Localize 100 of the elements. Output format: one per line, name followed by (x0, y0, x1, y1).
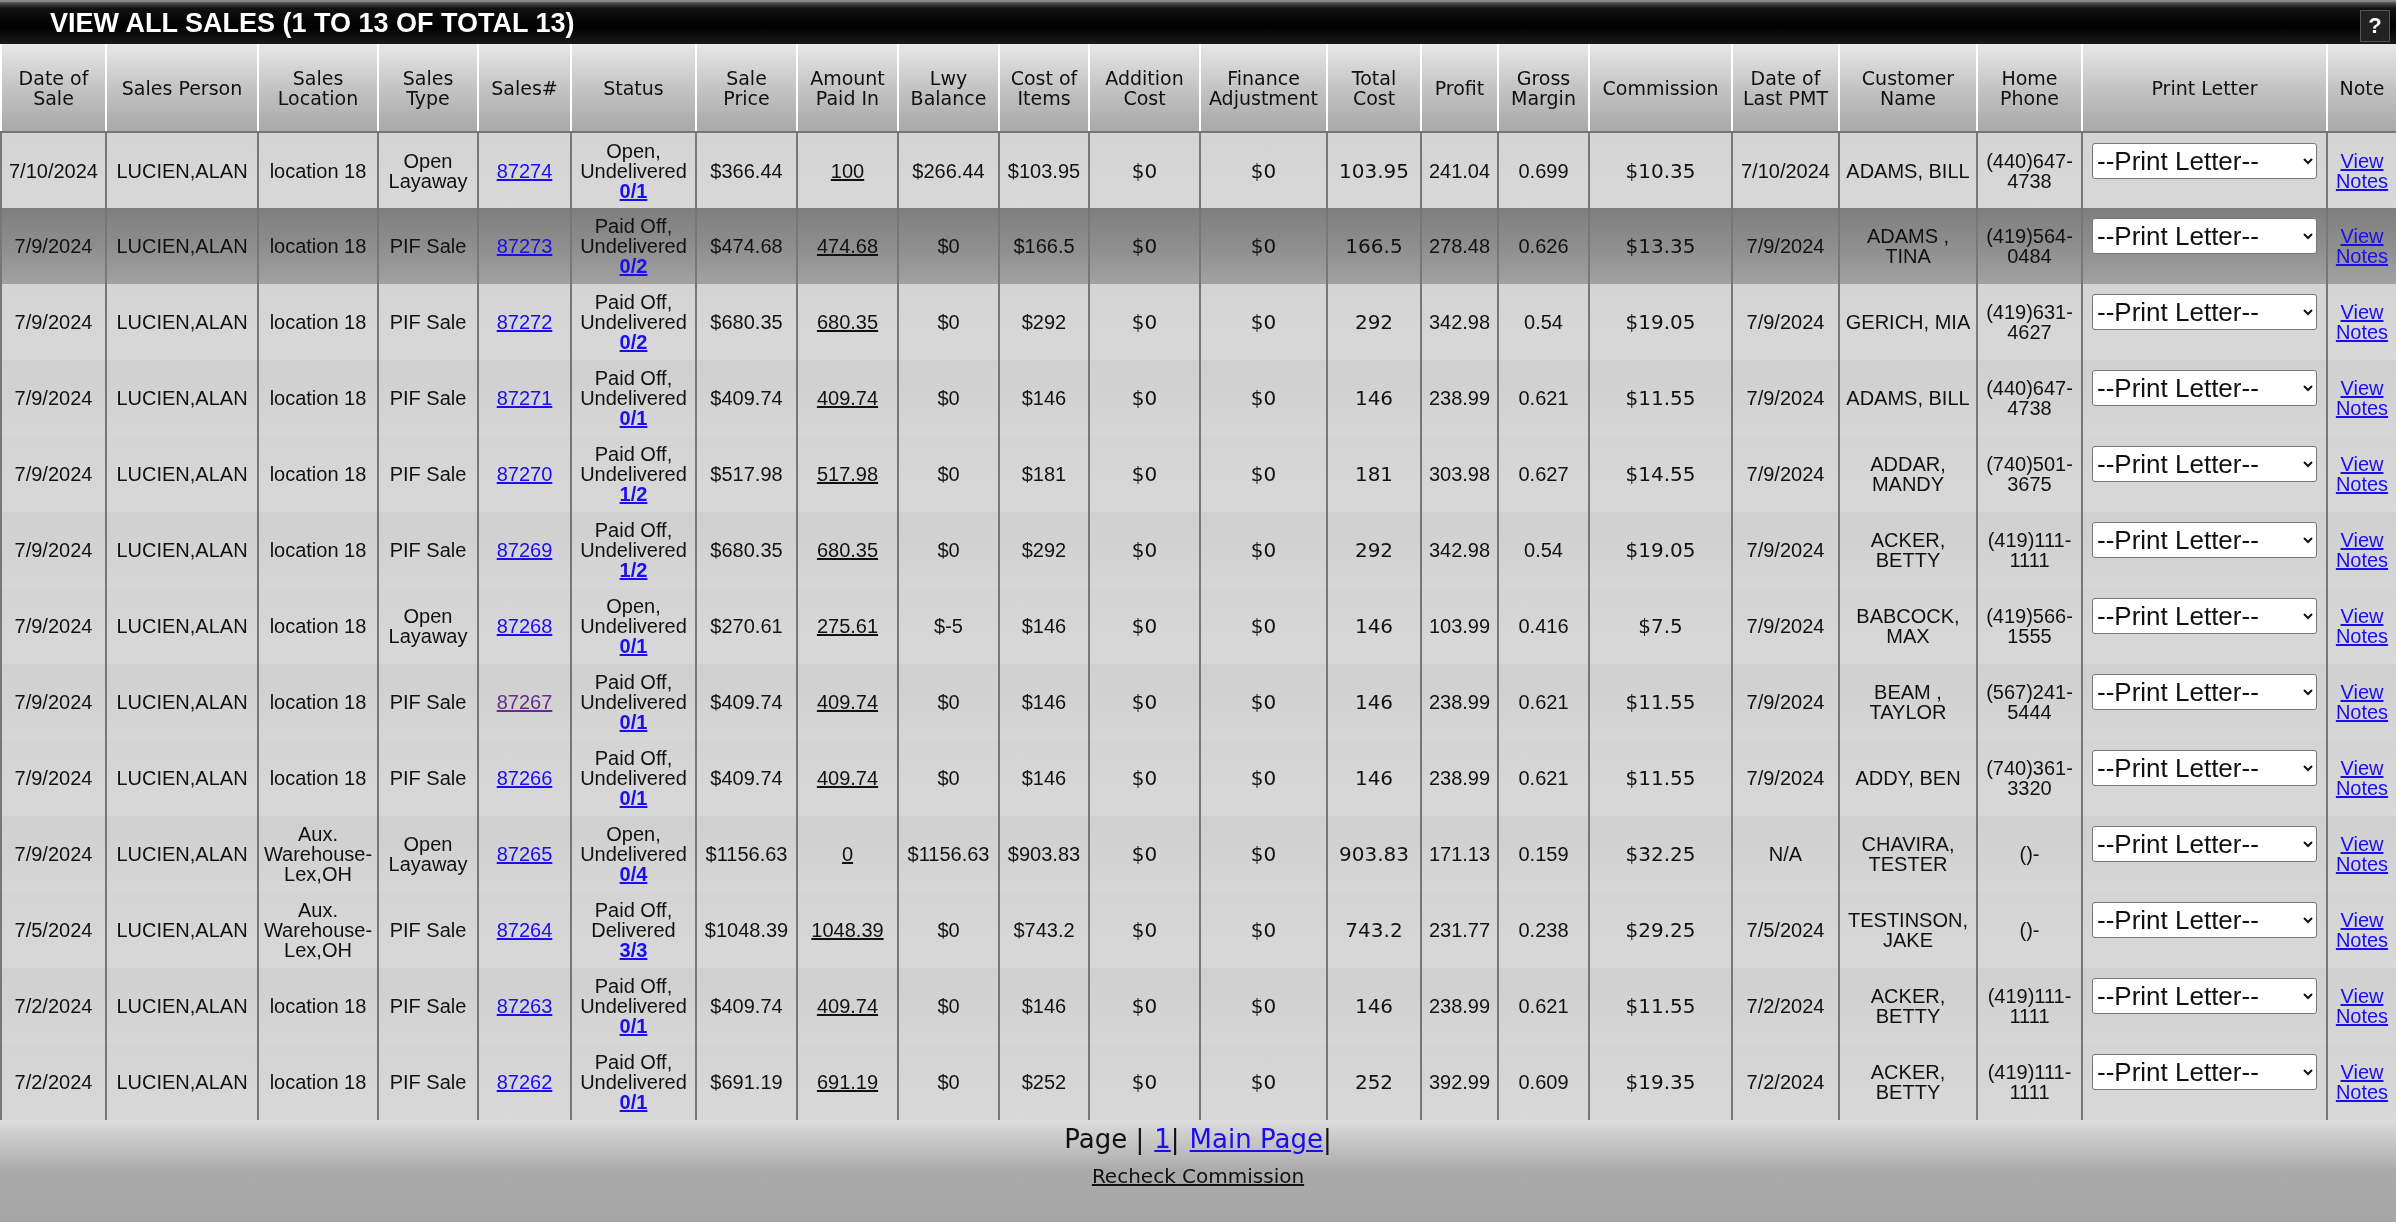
print-letter-dropdown[interactable]: --Print Letter-- (2092, 978, 2317, 1014)
sale-number-link[interactable]: 87272 (496, 311, 553, 333)
view-notes-link[interactable]: View Notes (2330, 150, 2394, 191)
column-header: Home Phone (1977, 44, 2082, 132)
amount-paid-link[interactable]: 409.74 (816, 767, 879, 789)
view-notes-link[interactable]: View Notes (2330, 454, 2394, 494)
table-row[interactable]: 7/9/2024 LUCIEN,ALAN location 18 PIF Sale 87267 Paid Off, Undelivered 0/1 $409.74 409.74 $0 $146 $0 $0 146 238.99 0.621 $11.55 7/9/2024 BEAM , TAYLOR (567)241-5444 --Print Letter-- View Notes (1, 664, 2396, 740)
delivery-link[interactable]: 0/4 (619, 863, 648, 885)
table-row[interactable]: 7/9/2024 LUCIEN,ALAN location 18 PIF Sale 87266 Paid Off, Undelivered 0/1 $409.74 409.74 $0 $146 $0 $0 146 238.99 0.621 $11.55 7/9/2024 ADDY, BEN (740)361-3320 --Print Letter-- View Notes (1, 740, 2396, 816)
table-row[interactable]: 7/2/2024 LUCIEN,ALAN location 18 PIF Sale 87263 Paid Off, Undelivered 0/1 $409.74 409.74 $0 $146 $0 $0 146 238.99 0.621 $11.55 7/2/2024 ACKER, BETTY (419)111-1111 --Print Letter-- View Notes (1, 968, 2396, 1044)
table-row[interactable]: 7/9/2024 LUCIEN,ALAN location 18 PIF Sale 87270 Paid Off, Undelivered 1/2 $517.98 517.98 $0 $181 $0 $0 181 303.98 0.627 $14.55 7/9/2024 ADDAR, MANDY (740)501-3675 --Print Letter-- View Notes (1, 436, 2396, 512)
recheck-commission-link[interactable]: Recheck Commission (1091, 1164, 1305, 1188)
print-letter-dropdown[interactable]: --Print Letter-- (2092, 446, 2317, 482)
amount-paid-link[interactable]: 409.74 (816, 995, 879, 1017)
view-notes-link[interactable]: View Notes (2330, 1062, 2394, 1102)
view-notes-link[interactable]: View Notes (2330, 986, 2394, 1026)
view-notes-link[interactable]: View Notes (2330, 910, 2394, 950)
sale-number-link[interactable]: 87267 (496, 691, 553, 713)
delivery-link[interactable]: 0/1 (619, 635, 648, 657)
status-text: Paid Off, Undelivered (579, 368, 688, 408)
column-header: Addition Cost (1089, 44, 1200, 132)
delivery-link[interactable]: 0/1 (619, 179, 648, 202)
sale-number-link[interactable]: 87270 (496, 463, 553, 485)
view-notes-link[interactable]: View Notes (2330, 834, 2394, 874)
table-row[interactable]: 7/5/2024 LUCIEN,ALAN Aux. Warehouse-Lex,OH PIF Sale 87264 Paid Off, Delivered 3/3 $1048.39 1048.39 $0 $743.2 $0 $0 743.2 231.77 0.238 $29.25 7/5/2024 TESTINSON, JAKE ()- --Print Letter-- View Notes (1, 892, 2396, 968)
column-header: Cost of Items (999, 44, 1089, 132)
sale-number-link[interactable]: 87268 (496, 615, 553, 637)
column-header: Note (2327, 44, 2396, 132)
status-text: Paid Off, Undelivered (579, 520, 688, 560)
amount-paid-link[interactable]: 0 (841, 843, 854, 865)
table-row[interactable]: 7/2/2024 LUCIEN,ALAN location 18 PIF Sale 87262 Paid Off, Undelivered 0/1 $691.19 691.19 $0 $252 $0 $0 252 392.99 0.609 $19.35 7/2/2024 ACKER, BETTY (419)111-1111 --Print Letter-- View Notes (1, 1044, 2396, 1120)
page-link[interactable]: 1 (1154, 1124, 1171, 1154)
delivery-link[interactable]: 0/1 (619, 407, 648, 429)
sale-number-link[interactable]: 87265 (496, 843, 553, 865)
column-header: Gross Margin (1498, 44, 1589, 132)
table-row[interactable]: 7/9/2024 LUCIEN,ALAN location 18 PIF Sale 87269 Paid Off, Undelivered 1/2 $680.35 680.35 $0 $292 $0 $0 292 342.98 0.54 $19.05 7/9/2024 ACKER, BETTY (419)111-1111 --Print Letter-- View Notes (1, 512, 2396, 588)
print-letter-dropdown[interactable]: --Print Letter-- (2092, 522, 2317, 558)
amount-paid-link[interactable]: 100 (830, 159, 865, 182)
delivery-link[interactable]: 0/1 (619, 711, 648, 733)
view-notes-link[interactable]: View Notes (2330, 606, 2394, 646)
status-text: Open, Undelivered (579, 140, 688, 181)
print-letter-dropdown[interactable]: --Print Letter-- (2092, 143, 2317, 179)
delivery-link[interactable]: 1/2 (619, 559, 648, 581)
column-header: Lwy Balance (898, 44, 999, 132)
table-row[interactable]: 7/9/2024 LUCIEN,ALAN location 18 Open Layaway 87268 Open, Undelivered 0/1 $270.61 275.61 $-5 $146 $0 $0 146 103.99 0.416 $7.5 7/9/2024 BABCOCK, MAX (419)566-1555 --Print Letter-- View Notes (1, 588, 2396, 664)
print-letter-dropdown[interactable]: --Print Letter-- (2092, 902, 2317, 938)
table-row[interactable]: 7/9/2024 LUCIEN,ALAN location 18 PIF Sale 87273 Paid Off, Undelivered 0/2 $474.68 474.68 $0 $166.5 $0 $0 166.5 278.48 0.626 $13.35 7/9/2024 ADAMS , TINA (419)564-0484 --Print Letter-- View Notes (1, 208, 2396, 284)
status-text: Open, Undelivered (579, 824, 688, 864)
main-page-link[interactable]: Main Page (1189, 1124, 1323, 1154)
print-letter-dropdown[interactable]: --Print Letter-- (2092, 370, 2317, 406)
delivery-link[interactable]: 1/2 (619, 483, 648, 505)
column-header: Amount Paid In (797, 44, 898, 132)
sale-number-link[interactable]: 87271 (496, 387, 553, 409)
sale-number-link[interactable]: 87262 (496, 1071, 553, 1093)
column-header: Total Cost (1327, 44, 1421, 132)
sale-number-link[interactable]: 87264 (496, 919, 553, 941)
print-letter-dropdown[interactable]: --Print Letter-- (2092, 1054, 2317, 1090)
amount-paid-link[interactable]: 1048.39 (811, 919, 884, 941)
sale-number-link[interactable]: 87269 (496, 539, 553, 561)
delivery-link[interactable]: 3/3 (619, 939, 648, 961)
print-letter-dropdown[interactable]: --Print Letter-- (2092, 750, 2317, 786)
delivery-link[interactable]: 0/2 (619, 331, 648, 353)
amount-paid-link[interactable]: 517.98 (816, 463, 879, 485)
column-header: Sales Location (258, 44, 378, 132)
column-header: Commission (1589, 44, 1732, 132)
print-letter-dropdown[interactable]: --Print Letter-- (2092, 598, 2317, 634)
column-header: Sale Price (696, 44, 797, 132)
status-text: Paid Off, Undelivered (579, 444, 688, 484)
view-notes-link[interactable]: View Notes (2330, 758, 2394, 798)
amount-paid-link[interactable]: 680.35 (816, 311, 879, 333)
print-letter-dropdown[interactable]: --Print Letter-- (2092, 674, 2317, 710)
delivery-link[interactable]: 0/1 (619, 1091, 648, 1113)
column-header: Finance Adjustment (1200, 44, 1327, 132)
amount-paid-link[interactable]: 691.19 (816, 1071, 879, 1093)
column-header: Status (571, 44, 696, 132)
column-header: Print Letter (2082, 44, 2327, 132)
amount-paid-link[interactable]: 409.74 (816, 691, 879, 713)
amount-paid-link[interactable]: 680.35 (816, 539, 879, 561)
column-header: Profit (1421, 44, 1498, 132)
print-letter-dropdown[interactable]: --Print Letter-- (2092, 294, 2317, 330)
view-notes-link[interactable]: View Notes (2330, 682, 2394, 722)
amount-paid-link[interactable]: 275.61 (816, 615, 879, 637)
separator: | (1322, 1124, 1332, 1154)
delivery-link[interactable]: 0/1 (619, 1015, 648, 1037)
sale-number-link[interactable]: 87263 (496, 995, 553, 1017)
column-header: Sales Type (378, 44, 478, 132)
delivery-link[interactable]: 0/1 (619, 787, 648, 809)
sale-number-link[interactable]: 87274 (496, 159, 553, 182)
amount-paid-link[interactable]: 409.74 (816, 387, 879, 409)
view-notes-link[interactable]: View Notes (2330, 378, 2394, 418)
sale-number-link[interactable]: 87266 (496, 767, 553, 789)
print-letter-dropdown[interactable]: --Print Letter-- (2092, 826, 2317, 862)
help-button[interactable]: ? (2360, 10, 2390, 42)
status-text: Paid Off, Undelivered (579, 292, 688, 332)
view-notes-link[interactable]: View Notes (2330, 530, 2394, 570)
status-text: Open, Undelivered (579, 596, 688, 636)
amount-paid-link[interactable]: 474.68 (816, 235, 879, 257)
page-title: VIEW ALL SALES (1 TO 13 OF TOTAL 13) (50, 7, 575, 39)
print-letter-dropdown[interactable]: --Print Letter-- (2092, 218, 2317, 254)
view-notes-link[interactable]: View Notes (2330, 302, 2394, 342)
